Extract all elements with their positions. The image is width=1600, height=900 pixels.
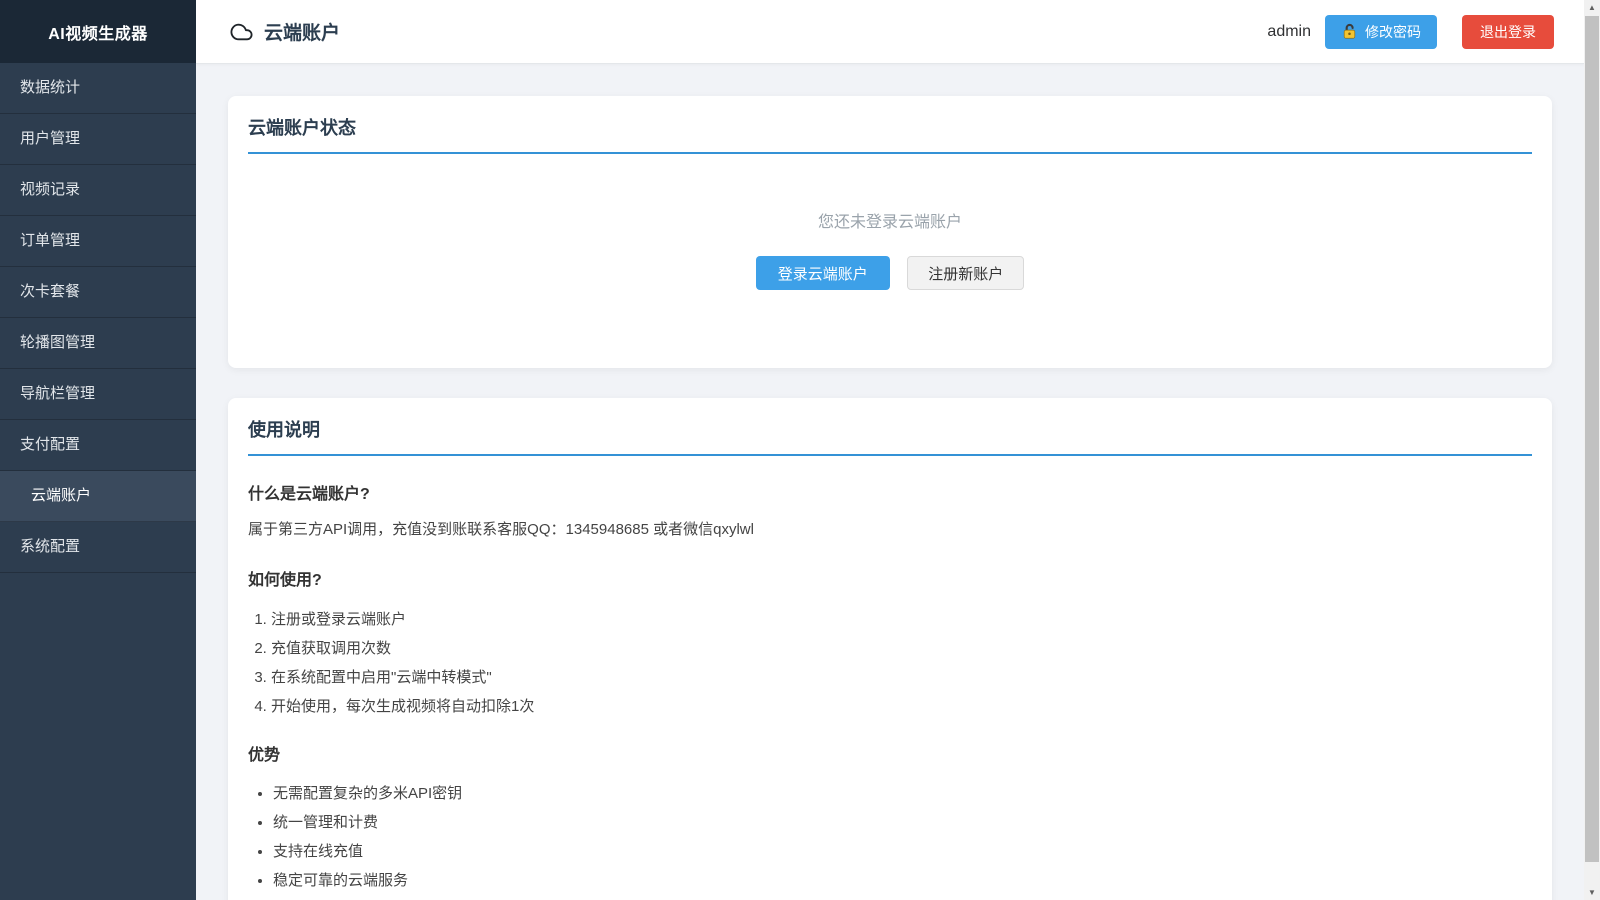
sidebar-item-card-packages[interactable]: 次卡套餐	[0, 267, 196, 318]
page-title: 云端账户	[264, 18, 340, 45]
cloud-icon	[228, 21, 255, 43]
sidebar-item-video-records[interactable]: 视频记录	[0, 165, 196, 216]
benefit-item: 支持在线充值	[273, 842, 1532, 862]
not-logged-in-hint: 您还未登录云端账户	[248, 208, 1532, 232]
usage-steps-list: 注册或登录云端账户 充值获取调用次数 在系统配置中启用"云端中转模式" 开始使用…	[248, 609, 1532, 717]
page-scrollbar[interactable]: ▲ ▼	[1584, 0, 1600, 900]
topbar: 云端账户 admin 修改密码 退出登录	[196, 0, 1584, 64]
sidebar-item-user-management[interactable]: 用户管理	[0, 114, 196, 165]
main-area: 云端账户 admin 修改密码 退出登录 云端账户状态 您还未登录	[196, 0, 1584, 900]
scrollbar-down-arrow[interactable]: ▼	[1584, 885, 1600, 900]
scrollbar-up-arrow[interactable]: ▲	[1584, 0, 1600, 15]
usage-card-title: 使用说明	[248, 416, 1532, 456]
benefit-item: 统一管理和计费	[273, 813, 1532, 833]
sidebar-item-cloud-account[interactable]: 云端账户	[0, 471, 196, 522]
sidebar-item-carousel-management[interactable]: 轮播图管理	[0, 318, 196, 369]
benefit-item: 稳定可靠的云端服务	[273, 871, 1532, 891]
what-is-heading: 什么是云端账户?	[248, 480, 1532, 504]
login-cloud-account-button[interactable]: 登录云端账户	[756, 256, 890, 290]
usage-instructions-card: 使用说明 什么是云端账户? 属于第三方API调用，充值没到账联系客服QQ：134…	[228, 398, 1552, 900]
app-title: AI视频生成器	[0, 0, 196, 63]
sidebar-item-order-management[interactable]: 订单管理	[0, 216, 196, 267]
change-password-button[interactable]: 修改密码	[1325, 15, 1437, 49]
usage-step: 开始使用，每次生成视频将自动扣除1次	[271, 696, 1532, 717]
change-password-label: 修改密码	[1365, 22, 1421, 42]
lock-icon	[1341, 23, 1358, 40]
username-label: admin	[1267, 23, 1311, 41]
topbar-actions: admin 修改密码 退出登录	[1267, 15, 1554, 49]
sidebar-item-system-config[interactable]: 系统配置	[0, 522, 196, 573]
sidebar-item-navbar-management[interactable]: 导航栏管理	[0, 369, 196, 420]
benefits-heading: 优势	[248, 741, 1532, 765]
status-block: 您还未登录云端账户 登录云端账户 注册新账户	[248, 154, 1532, 348]
sidebar-item-payment-config[interactable]: 支付配置	[0, 420, 196, 471]
register-account-button[interactable]: 注册新账户	[907, 256, 1024, 290]
sidebar-item-data-statistics[interactable]: 数据统计	[0, 63, 196, 114]
usage-step: 注册或登录云端账户	[271, 609, 1532, 630]
status-card-title: 云端账户状态	[248, 114, 1532, 154]
topbar-title-group: 云端账户	[228, 18, 340, 45]
sidebar: AI视频生成器 数据统计 用户管理 视频记录 订单管理 次卡套餐 轮播图管理 导…	[0, 0, 196, 900]
benefits-list: 无需配置复杂的多米API密钥 统一管理和计费 支持在线充值 稳定可靠的云端服务	[248, 784, 1532, 892]
usage-step: 充值获取调用次数	[271, 638, 1532, 659]
how-to-heading: 如何使用?	[248, 566, 1532, 590]
what-is-text: 属于第三方API调用，充值没到账联系客服QQ：1345948685 或者微信qx…	[248, 519, 1532, 542]
content: 云端账户状态 您还未登录云端账户 登录云端账户 注册新账户 使用说明 什么是云端…	[196, 64, 1584, 900]
scrollbar-thumb[interactable]	[1585, 16, 1599, 862]
benefit-item: 无需配置复杂的多米API密钥	[273, 784, 1532, 804]
cloud-account-status-card: 云端账户状态 您还未登录云端账户 登录云端账户 注册新账户	[228, 96, 1552, 368]
usage-step: 在系统配置中启用"云端中转模式"	[271, 667, 1532, 688]
logout-button[interactable]: 退出登录	[1462, 15, 1554, 49]
